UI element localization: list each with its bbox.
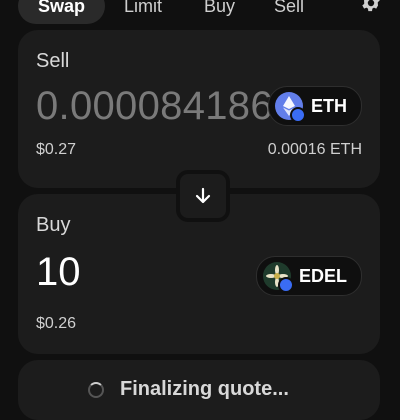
quote-status-text: Finalizing quote... [120, 378, 289, 400]
buy-token-symbol: EDEL [298, 265, 347, 286]
sell-token-selector[interactable]: ETH [268, 86, 362, 126]
sell-usd-value: $0.27 [36, 141, 77, 158]
chain-badge-icon [277, 277, 294, 293]
eth-token-icon [275, 92, 306, 123]
gear-icon[interactable] [360, 0, 382, 14]
sell-token-symbol: ETH [311, 95, 347, 116]
switch-tokens-button[interactable] [176, 170, 230, 222]
buy-usd-value: $0.26 [36, 315, 77, 332]
tab-limit[interactable]: Limit [124, 0, 162, 24]
buy-label: Buy [36, 214, 71, 236]
tab-sell[interactable]: Sell [274, 0, 304, 24]
tab-swap[interactable]: Swap [18, 0, 106, 24]
sell-token-quantity: 0.00016 ETH [267, 141, 362, 158]
buy-amount-input[interactable]: 10 [36, 250, 81, 295]
tab-buy[interactable]: Buy [204, 0, 235, 24]
quote-status-row: Finalizing quote... [88, 378, 289, 401]
edel-token-icon [262, 262, 294, 293]
chain-badge-icon [290, 107, 306, 123]
sell-amount-input[interactable]: 0.000084186 [36, 84, 273, 129]
quote-status-panel: Finalizing quote... [18, 360, 380, 420]
sell-label: Sell [36, 50, 70, 72]
buy-token-selector[interactable]: EDEL [255, 256, 362, 296]
arrow-down-icon [195, 187, 211, 204]
sell-panel: Sell 0.000084186 ETH $0.27 0.00016 ETH [18, 30, 380, 188]
trade-tabs: Swap Limit Buy Sell [18, 0, 382, 24]
loading-spinner-icon [88, 381, 104, 398]
